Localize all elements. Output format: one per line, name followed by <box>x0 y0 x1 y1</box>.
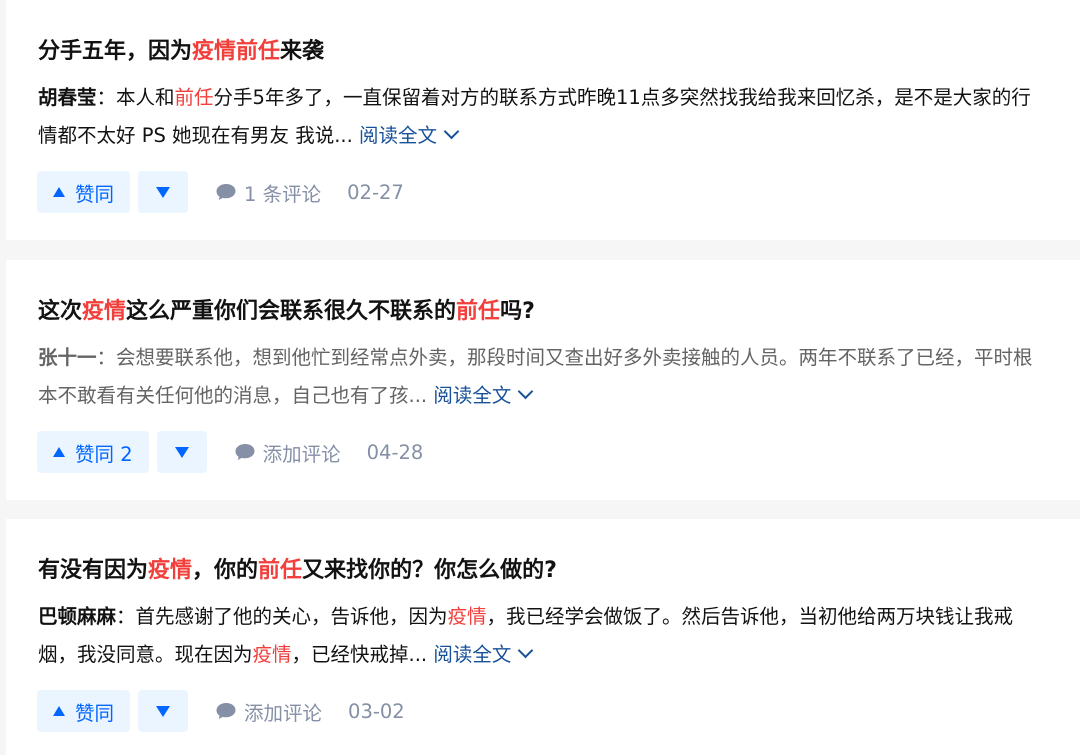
answer-excerpt[interactable]: 胡春莹：本人和前任分手5年多了，一直保留着对方的联系方式昨晚11点多突然找我给我… <box>38 79 1050 155</box>
search-results-feed: 分手五年，因为疫情前任来袭 胡春莹：本人和前任分手5年多了，一直保留着对方的联系… <box>0 0 1080 755</box>
triangle-down-icon <box>174 446 189 458</box>
upvote-label: 赞同 <box>75 182 115 206</box>
action-bar: 赞同 1 条评论 02-27 <box>37 171 404 213</box>
upvote-label: 赞同 2 <box>75 442 133 466</box>
upvote-button[interactable]: 赞同 <box>37 690 131 732</box>
title-segment: 来袭 <box>280 39 325 64</box>
comment-button[interactable]: 添加评论 <box>215 697 322 726</box>
downvote-button[interactable] <box>138 690 189 732</box>
upvote-label: 赞同 <box>75 701 115 725</box>
comment-label: 添加评论 <box>262 442 341 466</box>
upvote-button[interactable]: 赞同 2 <box>37 431 149 473</box>
excerpt-segment: ：会想要联系他，想到他忙到经常点外卖，那段时间又查出好多外卖接触的人员。两年不联… <box>38 346 1033 407</box>
triangle-down-icon <box>156 186 171 198</box>
excerpt-segment: ，已经快戒掉... <box>291 643 428 666</box>
read-more-link[interactable]: 阅读全文 <box>433 642 534 666</box>
chevron-down-icon <box>518 383 534 400</box>
answer-card: 有没有因为疫情，你的前任又来找你的？你怎么做的? 巴顿麻麻：首先感谢了他的关心，… <box>6 519 1080 755</box>
downvote-button[interactable] <box>138 171 189 213</box>
triangle-up-icon <box>53 447 65 457</box>
title-highlight: 前任 <box>258 558 303 583</box>
action-bar: 赞同 添加评论 03-02 <box>37 690 405 732</box>
answer-excerpt[interactable]: 张十一：会想要联系他，想到他忙到经常点外卖，那段时间又查出好多外卖接触的人员。两… <box>38 339 1050 415</box>
title-highlight: 前任 <box>456 299 501 324</box>
downvote-button[interactable] <box>156 431 207 473</box>
upvote-button[interactable]: 赞同 <box>37 171 131 213</box>
title-segment: 又来找你的？你怎么做的? <box>302 558 557 583</box>
excerpt-highlight: 疫情 <box>447 605 487 628</box>
chevron-down-icon <box>443 123 460 140</box>
answer-date: 03-02 <box>348 699 405 723</box>
answer-date: 04-28 <box>366 440 424 464</box>
title-highlight: 疫情前任 <box>192 39 281 64</box>
comment-label: 添加评论 <box>244 701 323 725</box>
question-title[interactable]: 分手五年，因为疫情前任来袭 <box>38 36 324 68</box>
title-segment: 这么严重你们会联系很久不联系的 <box>126 299 457 324</box>
read-more-link[interactable]: 阅读全文 <box>359 123 460 147</box>
title-segment: ，你的 <box>192 558 259 583</box>
answer-date: 02-27 <box>347 180 404 204</box>
author-name: 胡春莹 <box>38 86 97 109</box>
triangle-up-icon <box>53 187 65 197</box>
title-highlight: 疫情 <box>148 558 193 583</box>
title-segment: 分手五年，因为 <box>38 39 193 64</box>
title-segment: 吗? <box>500 299 535 324</box>
read-more-label: 阅读全文 <box>359 124 438 147</box>
comment-bubble-icon <box>216 703 236 719</box>
author-name: 巴顿麻麻 <box>38 605 117 628</box>
question-title[interactable]: 这次疫情这么严重你们会联系很久不联系的前任吗? <box>38 296 535 328</box>
action-bar: 赞同 2 添加评论 04-28 <box>37 431 423 473</box>
answer-excerpt[interactable]: 巴顿麻麻：首先感谢了他的关心，告诉他，因为疫情，我已经学会做饭了。然后告诉他，当… <box>38 598 1050 674</box>
title-segment: 有没有因为 <box>38 558 149 583</box>
excerpt-segment: ：首先感谢了他的关心，告诉他，因为 <box>116 605 448 628</box>
excerpt-highlight: 疫情 <box>252 643 292 666</box>
excerpt-segment: ：本人和 <box>96 86 175 109</box>
title-highlight: 疫情 <box>82 299 127 324</box>
comment-button[interactable]: 1 条评论 <box>215 178 321 207</box>
answer-card: 分手五年，因为疫情前任来袭 胡春莹：本人和前任分手5年多了，一直保留着对方的联系… <box>6 0 1080 240</box>
comment-label: 1 条评论 <box>244 182 322 206</box>
triangle-up-icon <box>53 706 65 716</box>
comment-bubble-icon <box>235 444 255 460</box>
comment-bubble-icon <box>216 184 236 200</box>
author-name: 张十一 <box>38 346 97 369</box>
comment-button[interactable]: 添加评论 <box>234 438 341 467</box>
read-more-link[interactable]: 阅读全文 <box>433 383 534 407</box>
question-title[interactable]: 有没有因为疫情，你的前任又来找你的？你怎么做的? <box>38 555 557 587</box>
chevron-down-icon <box>518 642 534 659</box>
read-more-label: 阅读全文 <box>433 643 512 666</box>
excerpt-highlight: 前任 <box>174 86 214 109</box>
triangle-down-icon <box>156 705 171 717</box>
answer-card: 这次疫情这么严重你们会联系很久不联系的前任吗? 张十一：会想要联系他，想到他忙到… <box>6 260 1080 500</box>
read-more-label: 阅读全文 <box>433 384 512 407</box>
title-segment: 这次 <box>38 299 83 324</box>
